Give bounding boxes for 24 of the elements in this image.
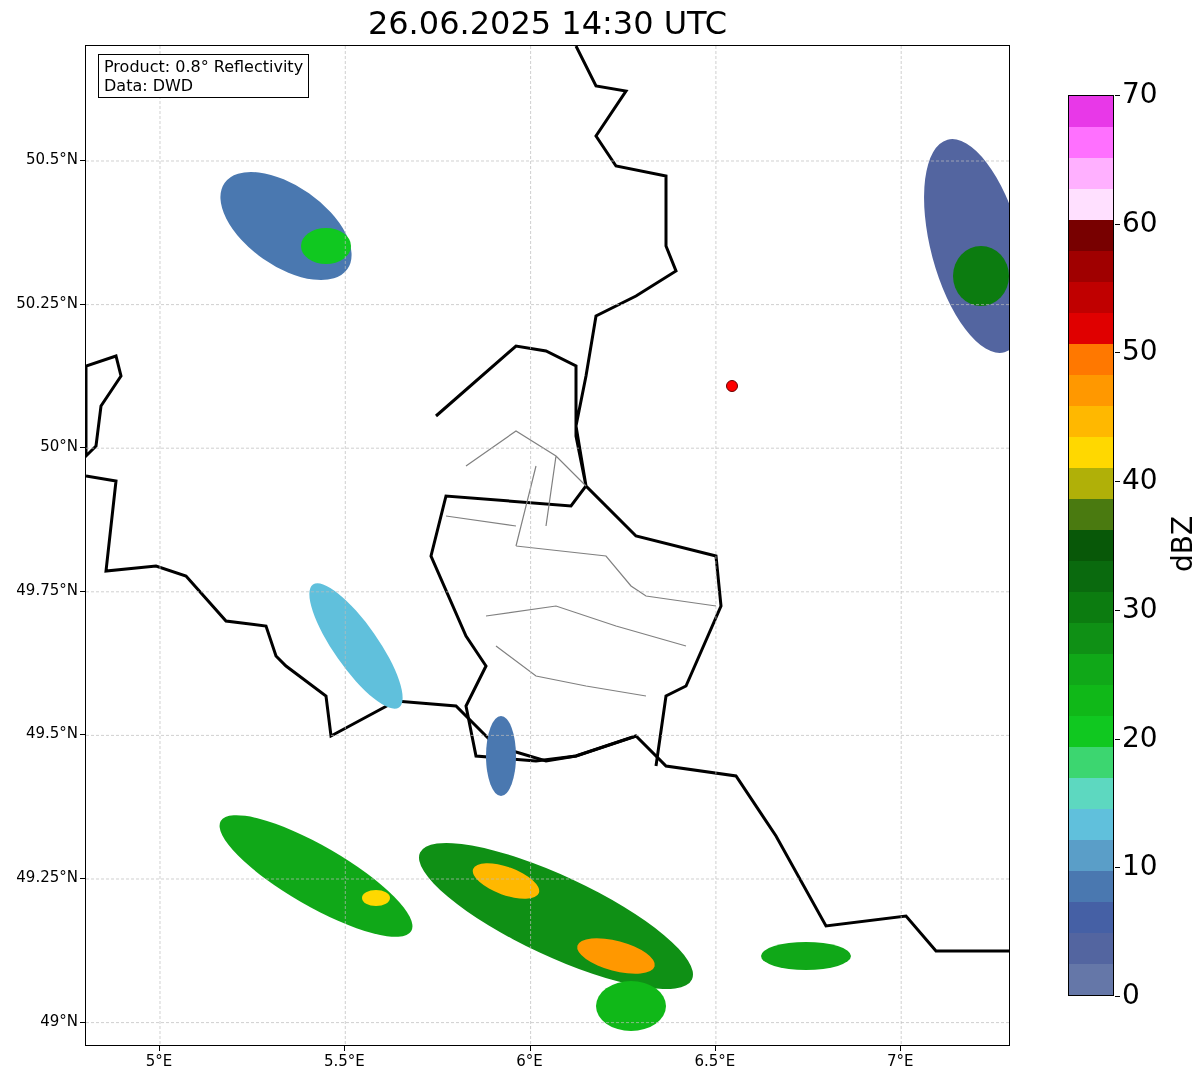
axis-tick-label: 5.5°E <box>322 1054 366 1069</box>
axis-tick-label: 49.75°N <box>15 582 78 598</box>
axis-tick-label: 5°E <box>144 1054 174 1069</box>
colorbar-tick-label: 30 <box>1122 594 1158 623</box>
axis-tick-label: 6.5°E <box>693 1054 737 1069</box>
colorbar-tick-label: 50 <box>1122 337 1158 366</box>
legend-text: Data: DWD <box>104 76 195 96</box>
axis-tick-label: 50°N <box>39 439 78 455</box>
axis-tick-label: 49.25°N <box>15 870 78 885</box>
colorbar-tick-label: 0 <box>1122 981 1140 1009</box>
axis-tick-label: 50.25°N <box>15 295 78 311</box>
colorbar-tick-label: 20 <box>1122 723 1158 752</box>
colorbar-tick-label: 10 <box>1122 852 1158 881</box>
legend-text: Product: 0.8° Reflectivity <box>104 57 304 77</box>
axis-tick-label: 50.5°N <box>24 152 78 167</box>
colorbar-tick-label: 70 <box>1122 80 1158 108</box>
axis-tick-label: 49.5°N <box>24 726 78 742</box>
chart-title: 26.06.2025 14:30 UTC <box>366 4 729 43</box>
axis-tick-label: 6°E <box>515 1054 544 1069</box>
colorbar-tick-label: 60 <box>1122 208 1158 237</box>
colorbar-label: dBZ <box>1166 515 1199 572</box>
axis-tick-label: 7°E <box>885 1054 915 1069</box>
colorbar-tick-label: 40 <box>1122 466 1158 495</box>
axis-tick-label: 49°N <box>39 1013 78 1029</box>
